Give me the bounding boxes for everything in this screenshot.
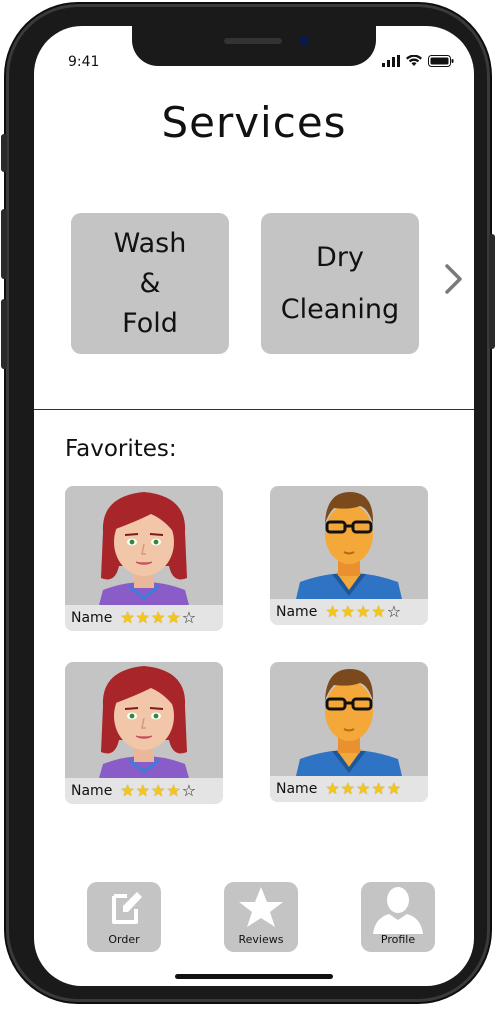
- star-filled-icon: ★: [340, 602, 355, 621]
- rating-stars: ★ ★ ★ ★ ☆: [120, 610, 196, 626]
- status-icons: [382, 54, 454, 68]
- rating-stars: ★ ★ ★ ★ ☆: [325, 604, 401, 620]
- service-wash-fold-button[interactable]: Wash & Fold: [71, 213, 229, 354]
- star-filled-icon: ★: [151, 608, 166, 627]
- star-filled-icon: ★: [325, 602, 340, 621]
- front-camera: [299, 36, 309, 46]
- rating-stars: ★ ★ ★ ★ ☆: [120, 783, 196, 799]
- nav-reviews-button[interactable]: Reviews: [224, 882, 298, 952]
- star-empty-icon: ☆: [181, 608, 197, 627]
- star-filled-icon: ★: [356, 602, 371, 621]
- star-filled-icon: ★: [166, 608, 181, 627]
- star-filled-icon: ★: [166, 781, 181, 800]
- speaker: [224, 38, 282, 44]
- edit-icon: [112, 892, 142, 924]
- star-filled-icon: ★: [151, 781, 166, 800]
- woman-avatar: [99, 492, 189, 605]
- star-filled-icon: ★: [356, 779, 371, 798]
- section-divider: [34, 409, 474, 410]
- star-filled-icon: ★: [371, 602, 386, 621]
- star-filled-icon: ★: [386, 779, 402, 798]
- signal-icon: [382, 55, 400, 67]
- nav-label: Reviews: [238, 933, 284, 946]
- woman-avatar: [99, 666, 189, 778]
- screen: 9:41 Services Wash & Fold Dry Cleaning F…: [34, 26, 474, 986]
- man-avatar: [296, 669, 402, 776]
- service-dry-cleaning-button[interactable]: Dry Cleaning: [261, 213, 419, 354]
- status-time: 9:41: [68, 54, 100, 70]
- nav-label: Order: [108, 933, 140, 946]
- wifi-icon: [406, 55, 422, 66]
- nav-profile-button[interactable]: Profile: [361, 882, 435, 952]
- favorites-heading: Favorites:: [65, 436, 177, 462]
- star-filled-icon: ★: [120, 781, 135, 800]
- nav-order-button[interactable]: Order: [87, 882, 161, 952]
- rating-stars: ★ ★ ★ ★ ★: [325, 781, 401, 797]
- phone-frame: 9:41 Services Wash & Fold Dry Cleaning F…: [1, 4, 495, 1002]
- favorite-name: Name: [71, 610, 113, 626]
- star-empty-icon: ☆: [181, 781, 197, 800]
- favorite-name: Name: [276, 604, 318, 620]
- power-button: [489, 234, 495, 349]
- favorite-caption: Name ★ ★ ★ ★ ☆: [270, 599, 428, 625]
- star-filled-icon: ★: [340, 779, 355, 798]
- star-filled-icon: ★: [135, 781, 150, 800]
- nav-label: Profile: [380, 933, 416, 946]
- favorite-name: Name: [71, 783, 113, 799]
- star-filled-icon: ★: [325, 779, 340, 798]
- volume-down-button: [1, 299, 7, 369]
- star-icon: [239, 887, 283, 927]
- favorite-card[interactable]: Name ★ ★ ★ ★ ☆: [270, 486, 428, 625]
- favorite-caption: Name ★ ★ ★ ★ ☆: [65, 778, 223, 804]
- favorite-caption: Name ★ ★ ★ ★ ☆: [65, 605, 223, 631]
- home-indicator[interactable]: [175, 974, 333, 979]
- favorite-card[interactable]: Name ★ ★ ★ ★ ★: [270, 662, 428, 802]
- volume-up-button: [1, 209, 7, 279]
- battery-icon: [428, 55, 454, 67]
- mute-switch: [1, 134, 7, 172]
- service-label: Dry Cleaning: [280, 241, 400, 325]
- favorite-card[interactable]: Name ★ ★ ★ ★ ☆: [65, 662, 223, 804]
- service-label: Wash & Fold: [113, 227, 187, 339]
- star-empty-icon: ☆: [386, 602, 402, 621]
- page-title: Services: [161, 98, 347, 147]
- star-filled-icon: ★: [135, 608, 150, 627]
- favorite-card[interactable]: Name ★ ★ ★ ★ ☆: [65, 486, 223, 631]
- star-filled-icon: ★: [371, 779, 386, 798]
- notch: [132, 26, 376, 66]
- chevron-right-icon[interactable]: [440, 262, 466, 296]
- favorite-caption: Name ★ ★ ★ ★ ★: [270, 776, 428, 802]
- star-filled-icon: ★: [120, 608, 135, 627]
- man-avatar: [296, 492, 402, 599]
- favorite-name: Name: [276, 781, 318, 797]
- profile-icon: [373, 887, 423, 934]
